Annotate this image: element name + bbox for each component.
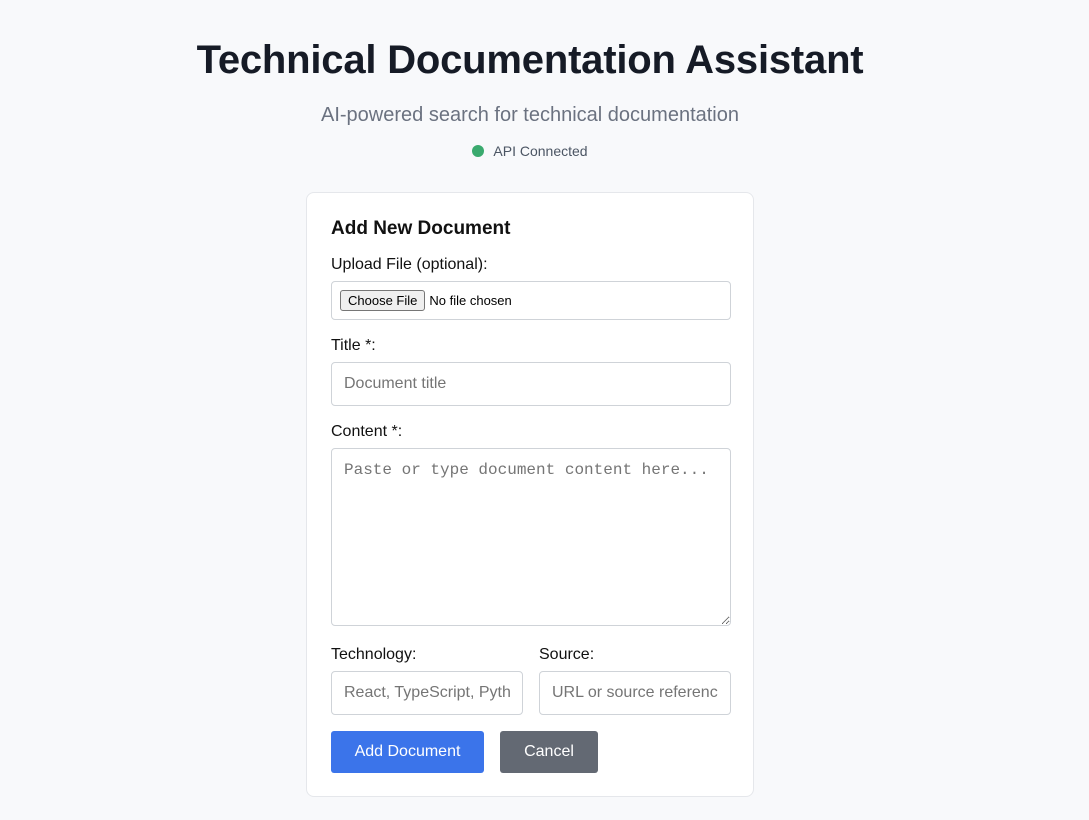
api-status-text: API Connected — [493, 143, 588, 159]
status-dot-icon — [472, 145, 485, 157]
file-upload-field[interactable]: Choose File No file chosen — [331, 281, 731, 320]
page-title: Technical Documentation Assistant — [196, 38, 864, 82]
file-status-text: No file chosen — [429, 293, 512, 308]
content-label: Content *: — [331, 423, 403, 440]
content-textarea[interactable] — [331, 448, 731, 626]
page-subtitle: AI-powered search for technical document… — [320, 104, 739, 126]
upload-file-label: Upload File (optional): — [331, 256, 488, 273]
add-document-form: Add New Document Upload File (optional):… — [306, 192, 754, 797]
form-heading: Add New Document — [331, 218, 511, 239]
title-input[interactable] — [331, 362, 731, 406]
choose-file-button[interactable]: Choose File — [340, 290, 426, 311]
api-status: API Connected — [0, 143, 1060, 159]
technology-label: Technology: — [331, 646, 417, 663]
source-label: Source: — [539, 646, 595, 663]
technology-input[interactable] — [331, 671, 523, 715]
source-input[interactable] — [539, 671, 731, 715]
page: Technical Documentation Assistant AI-pow… — [0, 0, 1089, 820]
cancel-button[interactable]: Cancel — [500, 731, 598, 773]
title-label: Title *: — [331, 337, 376, 354]
add-document-button[interactable]: Add Document — [331, 731, 484, 773]
